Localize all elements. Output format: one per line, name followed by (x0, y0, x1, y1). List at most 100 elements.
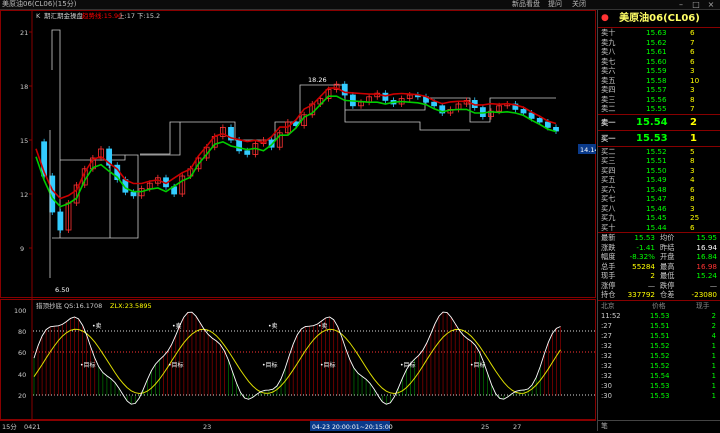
bid-row[interactable]: 买二 15.52 5 (598, 147, 720, 157)
stat-value: 16.84 (696, 252, 717, 261)
tick-price: 15.54 (650, 371, 670, 380)
ask-row-label: 卖六 (601, 66, 616, 75)
ask-row[interactable]: 卖三 15.56 8 (598, 95, 720, 105)
menu-close[interactable]: 关闭 (572, 0, 586, 9)
ask-row-label: 卖七 (601, 56, 616, 66)
ask-row[interactable]: 卖九 15.62 7 (598, 38, 720, 48)
ask-row-price: 15.56 (646, 94, 667, 104)
bid-row-price: 15.47 (646, 194, 667, 203)
bid-row-label: 买九 (601, 213, 616, 222)
stat-value: 16.98 (696, 261, 717, 271)
indicator-title: 期汇期金操盘 (44, 11, 84, 20)
menu-question[interactable]: 提问 (548, 0, 562, 9)
bid-row-vol: 8 (690, 194, 695, 203)
signal-marker: •目标 (262, 361, 278, 369)
y-tick-label: 9 (20, 245, 24, 253)
tick-row: :27 15.51 2 (598, 321, 720, 331)
signal-marker: •卖 (318, 323, 328, 330)
y-tick-label: 80 (18, 328, 26, 336)
candles-layer (35, 29, 559, 278)
stat-value: -8.32% (629, 252, 655, 261)
sub-chart-frame (0, 299, 596, 420)
ask-row[interactable]: 卖四 15.57 3 (598, 85, 720, 95)
bid-row[interactable]: 买十 15.44 6 (598, 223, 720, 233)
tick-row: :30 15.53 1 (598, 391, 720, 401)
bid-row-vol: 4 (690, 175, 695, 184)
bid-row-price: 15.44 (646, 222, 667, 232)
stat-label: 涨跌 (601, 242, 616, 252)
bid-row[interactable]: 买七 15.47 8 (598, 194, 720, 204)
bid-row[interactable]: 买八 15.46 3 (598, 204, 720, 214)
stat-label: 开盘 (660, 252, 675, 261)
ask-row-vol: 8 (690, 94, 695, 104)
signal-marker: •目标 (400, 361, 416, 369)
bid-row[interactable]: 买四 15.50 3 (598, 166, 720, 176)
period-label: 15分 (2, 422, 17, 431)
ask-row[interactable]: 卖十 15.63 6 (598, 28, 720, 38)
tick-price: 15.53 (650, 391, 670, 400)
footer-label[interactable]: 笔 (601, 421, 608, 431)
stat-label: 持仓 (601, 290, 616, 299)
bid-row-price: 15.46 (646, 203, 667, 213)
tick-header-price: 价格 (652, 301, 666, 310)
bid-row-label: 买三 (601, 156, 616, 165)
ask-row[interactable]: 卖五 15.58 10 (598, 76, 720, 86)
y-tick-label: 20 (18, 392, 26, 400)
tick-vol: 1 (711, 351, 716, 360)
tick-price: 15.53 (650, 311, 670, 320)
signal-marker: •卖 (172, 323, 182, 330)
y-ticks-top: 21 18 15 12 9 (20, 29, 32, 253)
close-icon[interactable]: × (704, 0, 718, 9)
bid-row-price: 15.50 (646, 165, 667, 175)
tick-price: 15.53 (650, 381, 670, 390)
minimize-icon[interactable]: – (674, 0, 688, 9)
ask-row-price: 15.59 (646, 66, 667, 75)
maximize-icon[interactable]: □ (689, 0, 703, 9)
tick-header-vol: 现手 (696, 301, 710, 310)
qs-label: QS:16.1708 (64, 302, 102, 310)
ask1-row[interactable]: 卖一 15.54 2 (598, 113, 720, 130)
y-tick-label: 12 (20, 191, 28, 199)
stat-row: 现手 2 最低 15.24 (598, 271, 720, 281)
ask-row-vol: 6 (690, 28, 695, 37)
menu-new-quote[interactable]: 新品看盘 (512, 0, 540, 9)
bid1-row[interactable]: 买一 15.53 1 (598, 129, 720, 146)
stat-value: 55284 (632, 261, 655, 271)
tick-price: 15.52 (650, 361, 670, 370)
bid-row[interactable]: 买六 15.48 6 (598, 185, 720, 195)
stat-label: 现手 (601, 271, 616, 280)
tick-time: :32 (601, 361, 612, 370)
y-tick-label: 21 (20, 29, 28, 37)
y-tick-label: 60 (18, 349, 26, 357)
tick-row: :32 15.52 1 (598, 341, 720, 351)
y-tick-label: 15 (20, 137, 28, 145)
ask1-price: 15.54 (636, 116, 668, 128)
bid-row[interactable]: 买九 15.45 25 (598, 213, 720, 223)
stat-label: 仓差 (660, 290, 675, 299)
signal-marker: •目标 (320, 361, 336, 369)
bid-row[interactable]: 买五 15.49 4 (598, 175, 720, 185)
title-bar: 美原油06(CL06)(15分) 新品看盘 提问 关闭 – □ × (0, 0, 720, 10)
window-title: 美原油06(CL06)(15分) (2, 0, 77, 8)
ask-row-label: 卖四 (601, 85, 616, 94)
y-tick-label: 40 (18, 371, 26, 379)
bid-row-label: 买二 (601, 146, 616, 156)
tick-vol: 2 (711, 311, 716, 320)
tick-time: :27 (601, 321, 612, 330)
ask-row-price: 15.63 (646, 28, 667, 37)
signal-marker: •卖 (268, 323, 278, 330)
bid-row-price: 15.52 (646, 146, 667, 156)
status-dot-icon: ● (601, 13, 609, 23)
range-status: 上:17 下:15.2 (118, 11, 160, 20)
ask-row[interactable]: 卖二 15.55 7 (598, 104, 720, 114)
ask-row[interactable]: 卖六 15.59 3 (598, 66, 720, 76)
tick-row: :32 15.52 1 (598, 361, 720, 371)
oscillator-layer: •卖 •卖 •卖 •卖 •目标 •目标 •目标 •目标 •目标 •目标 (33, 311, 561, 405)
chart-area[interactable]: K 期汇期金操盘 趋势线:15.90 上:17 下:15.2 21 18 15 12 9… (0, 10, 599, 431)
bid-row[interactable]: 买三 15.51 8 (598, 156, 720, 166)
bid1-label: 买一 (601, 133, 616, 143)
ask-row[interactable]: 卖七 15.60 6 (598, 57, 720, 67)
ask-row[interactable]: 卖八 15.61 6 (598, 47, 720, 57)
stat-row: 最新 15.53 均价 15.95 (598, 233, 720, 243)
chart-svg[interactable]: K 期汇期金操盘 趋势线:15.90 上:17 下:15.2 21 18 15 12 9… (0, 10, 599, 431)
